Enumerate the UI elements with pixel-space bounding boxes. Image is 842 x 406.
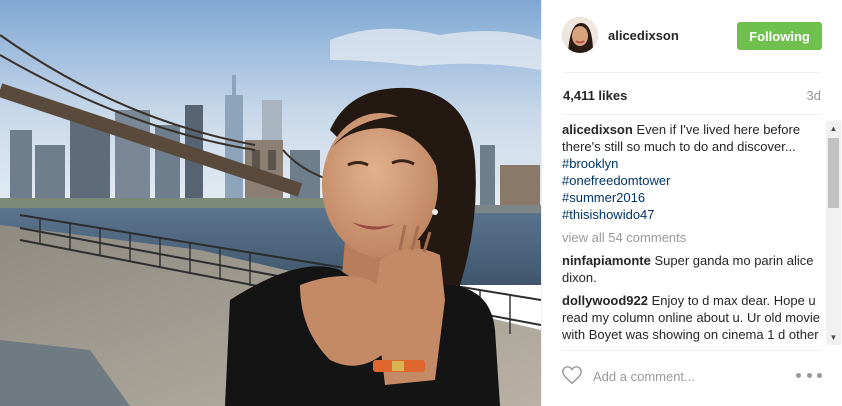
- post-photo[interactable]: [0, 0, 541, 406]
- hashtag-link[interactable]: #onefreedomtower: [562, 172, 826, 189]
- dot: [796, 373, 801, 378]
- caption-username[interactable]: alicedixson: [562, 122, 633, 137]
- add-comment-input[interactable]: [593, 367, 783, 385]
- hashtag-link[interactable]: #thisishowido47: [562, 206, 826, 223]
- comment-item: dollywood922 Enjoy to d max dear. Hope u…: [562, 292, 826, 345]
- dot: [817, 373, 822, 378]
- comment-item: ninfapiamonte Super ganda mo parin alice…: [562, 252, 826, 286]
- dot: [806, 373, 812, 378]
- avatar-image: [562, 17, 598, 53]
- post-timestamp[interactable]: 3d: [807, 88, 821, 103]
- more-options-icon[interactable]: [796, 373, 822, 379]
- view-all-comments-link[interactable]: view all 54 comments: [562, 229, 826, 246]
- header-divider: [563, 72, 821, 73]
- meta-divider: [563, 114, 821, 115]
- scroll-up-arrow-icon[interactable]: ▲: [826, 121, 841, 136]
- avatar[interactable]: [562, 17, 598, 53]
- photo-brooklyn-bridge-portrait: [0, 0, 541, 406]
- post-author-username[interactable]: alicedixson: [608, 28, 679, 43]
- following-button[interactable]: Following: [737, 22, 822, 50]
- hashtag-link[interactable]: #brooklyn: [562, 155, 826, 172]
- post-meta: 4,411 likes 3d: [563, 88, 821, 106]
- caption: alicedixson Even if I've lived here befo…: [562, 121, 826, 223]
- comment-username[interactable]: dollywood922: [562, 293, 648, 308]
- scroll-down-arrow-icon[interactable]: ▼: [826, 330, 841, 345]
- likes-count[interactable]: 4,411 likes: [563, 88, 627, 103]
- comment-username[interactable]: ninfapiamonte: [562, 253, 651, 268]
- comments-scrollbar[interactable]: ▲ ▼: [826, 121, 841, 345]
- scrollbar-thumb[interactable]: [828, 138, 839, 208]
- post-footer: [541, 356, 841, 396]
- footer-divider: [562, 350, 821, 351]
- hashtag-link[interactable]: #summer2016: [562, 189, 826, 206]
- heart-outline-icon[interactable]: [561, 365, 583, 385]
- comments-list: alicedixson Even if I've lived here befo…: [562, 121, 826, 345]
- post-header: alicedixson Following: [542, 0, 842, 72]
